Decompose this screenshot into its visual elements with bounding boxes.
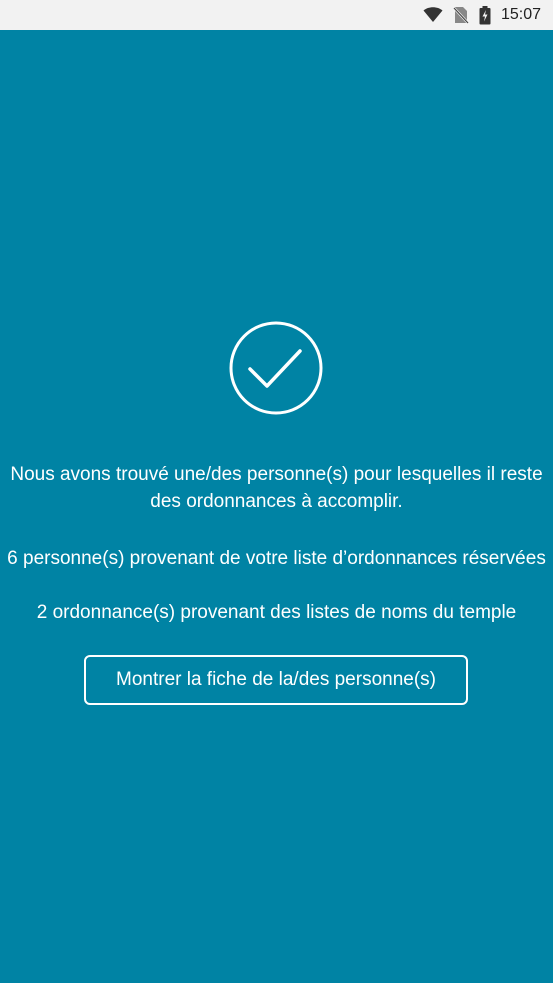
no-sim-icon <box>453 6 469 24</box>
check-circle-icon <box>229 321 323 415</box>
main-content: Nous avons trouvé une/des personne(s) po… <box>0 30 553 983</box>
wifi-icon <box>423 7 443 23</box>
show-persons-button[interactable]: Montrer la fiche de la/des personne(s) <box>84 655 468 705</box>
reserved-count-text: 6 personne(s) provenant de votre liste d… <box>7 548 546 569</box>
temple-count-text: 2 ordonnance(s) provenant des listes de … <box>36 602 517 623</box>
status-time: 15:07 <box>500 6 541 23</box>
battery-charging-icon <box>479 5 491 25</box>
result-message: Nous avons trouvé une/des personne(s) po… <box>10 464 543 512</box>
status-bar: 15:07 <box>0 0 553 30</box>
